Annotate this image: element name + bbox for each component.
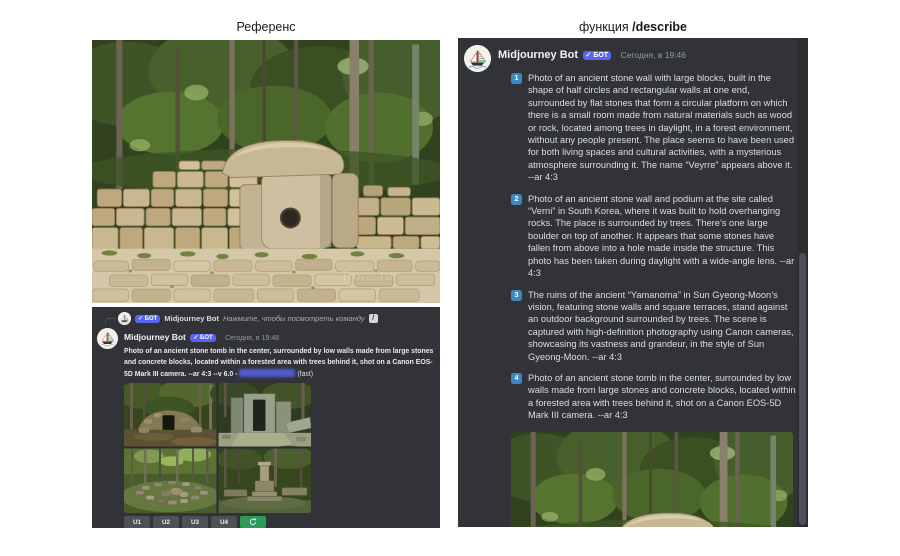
reply-spine [105, 318, 116, 324]
reply-reference-row[interactable]: ✓ БОТ Midjourney Bot Нажмите, чтобы посм… [96, 310, 434, 327]
redacted-mention[interactable] [239, 368, 296, 377]
midjourney-boat-icon [464, 45, 491, 72]
description-3: 3 The ruins of the ancient “Yamanoma” in… [511, 289, 798, 363]
bot-badge: ✓ БОТ [190, 334, 216, 342]
bot-avatar[interactable] [97, 328, 118, 349]
slash-command-icon: / [368, 314, 378, 323]
keycap-1-icon: 1 [511, 73, 522, 84]
attached-source-image[interactable] [511, 432, 793, 527]
describe-command-label: /describe [632, 20, 688, 34]
generated-grid-image[interactable] [124, 383, 311, 513]
description-1: 1 Photo of an ancient stone wall with la… [511, 72, 798, 184]
grid-variants-art [124, 383, 311, 513]
reply-command-hint[interactable]: Нажмите, чтобы посмотреть команду [223, 314, 365, 323]
bot-avatar[interactable] [464, 45, 491, 72]
description-text: The ruins of the ancient “Yamanoma” in S… [528, 289, 794, 362]
midjourney-boat-icon [97, 328, 118, 349]
discord-describe-panel: Midjourney Bot ✓ БОТ Сегодня, в 19:46 1 … [458, 38, 808, 527]
bot-avatar-mini[interactable] [118, 312, 131, 325]
midjourney-boat-icon [118, 312, 131, 325]
u4-button[interactable]: U4 [211, 516, 237, 528]
left-column-title: Референс [236, 20, 296, 34]
description-text: Photo of an ancient stone wall with larg… [528, 73, 795, 183]
discord-imagine-panel: ✓ БОТ Midjourney Bot Нажмите, чтобы посм… [92, 307, 440, 528]
upscale-button-row: U1 U2 U3 U4 [124, 516, 436, 528]
scrollbar-thumb[interactable] [799, 253, 806, 525]
prompt-text: Photo of an ancient stone tomb in the ce… [124, 348, 434, 378]
u1-button[interactable]: U1 [124, 516, 150, 528]
message-body: Midjourney Bot ✓ БОТ Сегодня, в 19:48 Ph… [124, 327, 436, 528]
reroll-button[interactable] [240, 516, 266, 528]
keycap-2-icon: 2 [511, 193, 522, 205]
reference-photo [92, 40, 440, 303]
bot-badge: ✓ БОТ [582, 51, 612, 60]
scrollbar[interactable] [797, 38, 808, 527]
description-4: 4 Photo of an ancient stone tomb in the … [511, 372, 798, 422]
comparison-canvas: Референс функция /describe ✓ БОТ Midjour… [0, 0, 900, 556]
description-2: 2 Photo of an ancient stone wall and pod… [511, 193, 798, 280]
message-timestamp: Сегодня, в 19:48 [225, 335, 280, 342]
verified-check-icon: ✓ [585, 52, 592, 59]
bot-badge: ✓ БОТ [135, 314, 161, 323]
message-timestamp: Сегодня, в 19:46 [620, 50, 687, 60]
u2-button[interactable]: U2 [153, 516, 179, 528]
speed-mode-label: (fast) [297, 370, 314, 378]
reply-bot-name[interactable]: Midjourney Bot [164, 314, 219, 323]
keycap-4-icon: 4 [511, 372, 522, 384]
message-body: Midjourney Bot ✓ БОТ Сегодня, в 19:46 1 … [498, 45, 798, 527]
verified-check-icon: ✓ [138, 315, 144, 322]
dolmen-photo-art [92, 40, 440, 303]
right-column-title: функция /describe [578, 20, 688, 34]
description-text: Photo of an ancient stone wall and podiu… [528, 193, 795, 279]
bot-username[interactable]: Midjourney Bot [498, 49, 578, 61]
dolmen-photo-art [511, 432, 793, 527]
u3-button[interactable]: U3 [182, 516, 208, 528]
keycap-3-icon: 3 [511, 289, 522, 301]
refresh-icon [249, 518, 257, 526]
bot-username[interactable]: Midjourney Bot [124, 332, 186, 342]
description-text: Photo of an ancient stone tomb in the ce… [528, 372, 796, 421]
verified-check-icon: ✓ [193, 335, 199, 341]
